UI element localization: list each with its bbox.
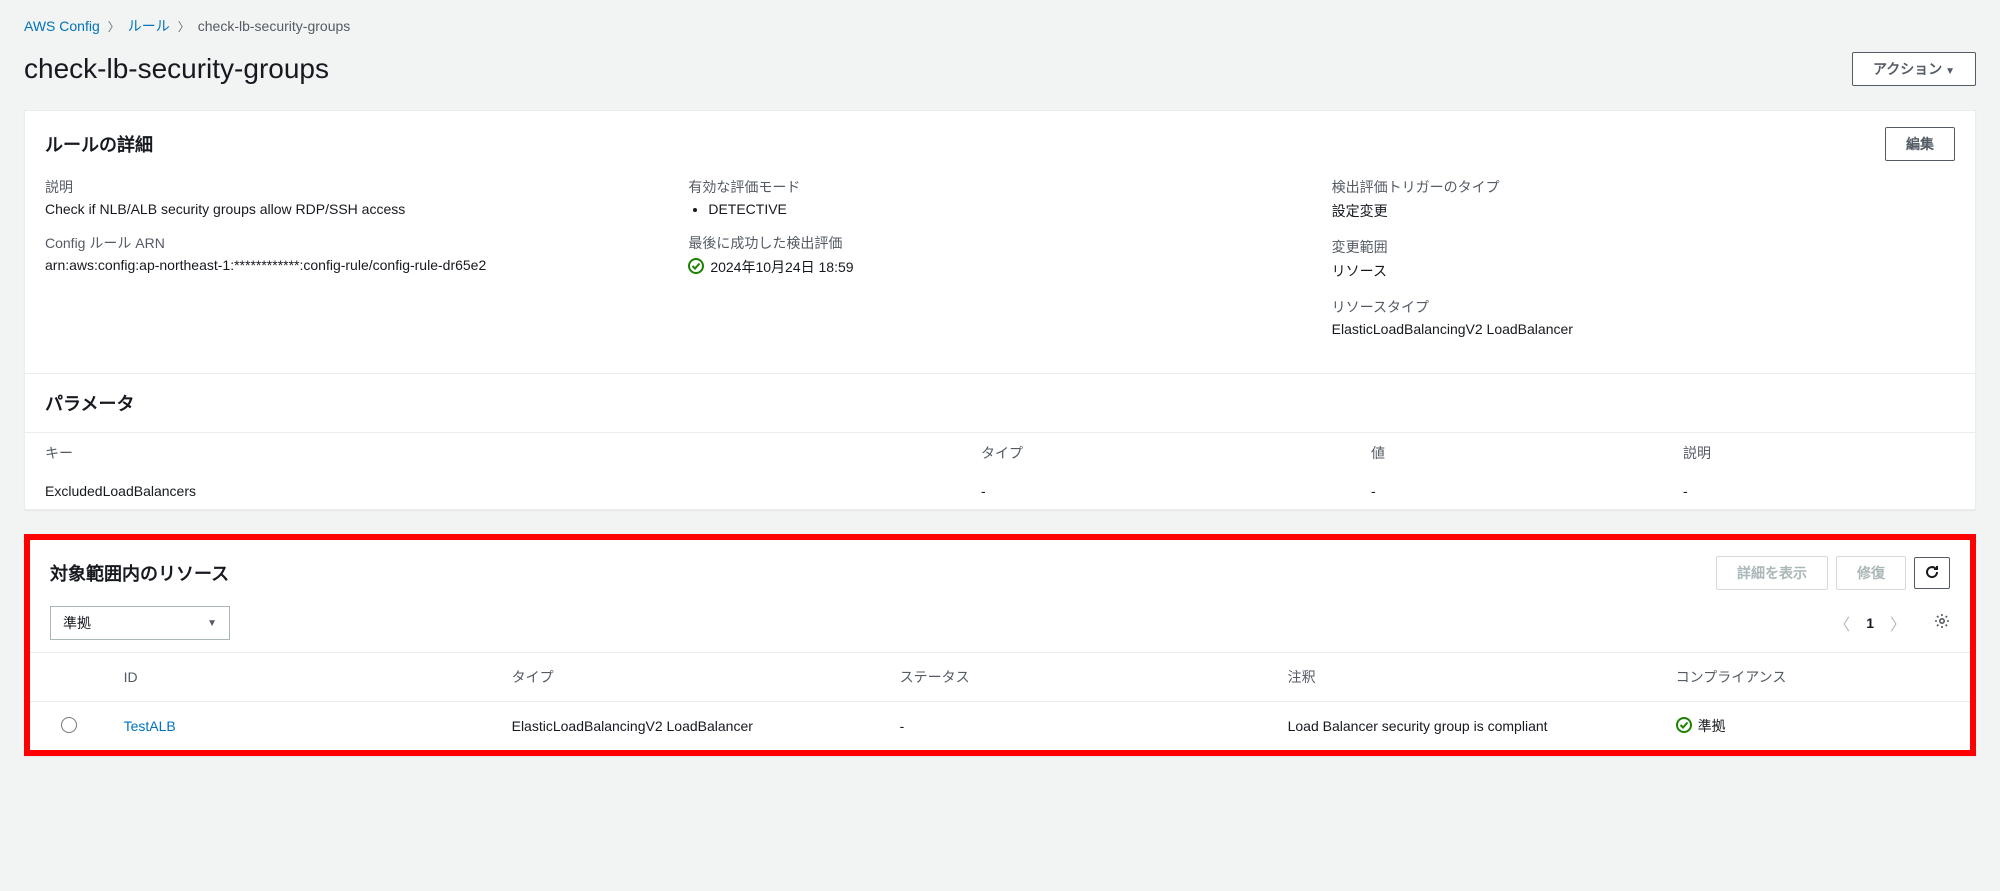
res-header-id[interactable]: ID [108, 653, 496, 702]
resource-type-label: リソースタイプ [1332, 297, 1955, 317]
prev-page-button[interactable]: 〈 [1830, 607, 1854, 639]
param-key: ExcludedLoadBalancers [25, 473, 961, 509]
res-header-type[interactable]: タイプ [496, 653, 884, 702]
param-value: - [1351, 473, 1663, 509]
table-row: ExcludedLoadBalancers - - - [25, 473, 1975, 509]
breadcrumb-rules[interactable]: ルール [128, 16, 170, 36]
resource-type-value: ElasticLoadBalancingV2 LoadBalancer [1332, 321, 1955, 337]
chevron-right-icon: 〉 [178, 18, 190, 35]
resources-table: ID タイプ ステータス 注釈 コンプライアンス TestALB Elastic… [30, 652, 1970, 750]
view-details-button[interactable]: 詳細を表示 [1716, 556, 1828, 590]
last-success-value: 2024年10月24日 18:59 [710, 257, 853, 277]
resources-title: 対象範囲内のリソース [50, 560, 229, 586]
edit-button[interactable]: 編集 [1885, 127, 1955, 161]
rule-details-title: ルールの詳細 [45, 131, 153, 157]
resource-type: ElasticLoadBalancingV2 LoadBalancer [496, 702, 884, 751]
scope-label: 変更範囲 [1332, 237, 1955, 257]
description-label: 説明 [45, 177, 668, 197]
arn-value: arn:aws:config:ap-northeast-1:**********… [45, 257, 668, 273]
param-header-type: タイプ [961, 433, 1351, 474]
actions-button[interactable]: アクション [1852, 52, 1976, 86]
caret-down-icon: ▼ [207, 618, 217, 629]
trigger-label: 検出評価トリガーのタイプ [1332, 177, 1955, 197]
res-header-annotation[interactable]: 注釈 [1272, 653, 1660, 702]
next-page-button[interactable]: 〉 [1886, 607, 1910, 639]
trigger-value: 設定変更 [1332, 201, 1955, 221]
res-header-status[interactable]: ステータス [884, 653, 1272, 702]
page-title: check-lb-security-groups [24, 53, 329, 85]
success-icon [688, 258, 704, 277]
breadcrumb-current: check-lb-security-groups [198, 18, 351, 34]
table-row: TestALB ElasticLoadBalancingV2 LoadBalan… [30, 702, 1970, 751]
resource-id-link[interactable]: TestALB [124, 718, 176, 734]
param-header-value: 値 [1351, 433, 1663, 474]
last-success-label: 最後に成功した検出評価 [688, 233, 1311, 253]
remediate-button[interactable]: 修復 [1836, 556, 1906, 590]
eval-mode-value: DETECTIVE [708, 201, 1311, 217]
page-number: 1 [1866, 615, 1874, 631]
resource-annotation: Load Balancer security group is complian… [1272, 702, 1660, 751]
gear-icon [1934, 616, 1950, 633]
parameters-title: パラメータ [45, 390, 134, 416]
rule-details-panel: ルールの詳細 編集 説明 Check if NLB/ALB security g… [24, 110, 1976, 510]
eval-mode-label: 有効な評価モード [688, 177, 1311, 197]
refresh-icon [1924, 564, 1940, 583]
resource-status: - [884, 702, 1272, 751]
res-header-compliance[interactable]: コンプライアンス [1660, 653, 1970, 702]
arn-label: Config ルール ARN [45, 233, 668, 253]
param-type: - [961, 473, 1351, 509]
param-desc: - [1663, 473, 1975, 509]
success-icon [1676, 717, 1692, 736]
breadcrumb-root[interactable]: AWS Config [24, 18, 100, 34]
compliance-filter-value: 準拠 [63, 613, 91, 633]
parameters-table: キー タイプ 値 説明 ExcludedLoadBalancers - - - [25, 432, 1975, 509]
row-select-radio[interactable] [61, 717, 77, 733]
compliance-filter-select[interactable]: 準拠 ▼ [50, 606, 230, 640]
breadcrumb: AWS Config 〉 ルール 〉 check-lb-security-gro… [24, 16, 1976, 36]
description-value: Check if NLB/ALB security groups allow R… [45, 201, 668, 217]
param-header-key: キー [25, 433, 961, 474]
resources-panel: 対象範囲内のリソース 詳細を表示 修復 準拠 ▼ 〈 1 〉 [24, 534, 1976, 756]
refresh-button[interactable] [1914, 557, 1950, 589]
param-header-desc: 説明 [1663, 433, 1975, 474]
scope-value: リソース [1332, 261, 1955, 281]
settings-button[interactable] [1934, 613, 1950, 634]
compliance-value: 準拠 [1698, 716, 1726, 736]
chevron-right-icon: 〉 [108, 18, 120, 35]
